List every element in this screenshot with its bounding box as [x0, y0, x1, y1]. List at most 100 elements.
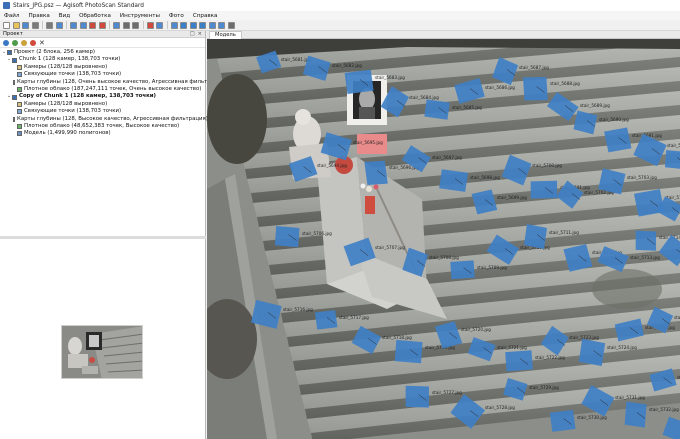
texture-icon[interactable]: [199, 21, 206, 29]
tree-item-label: Плотное облако (187,247,111 точек, Очень…: [24, 85, 202, 92]
tree-item-label: Связующие точки (138,703 точки): [24, 71, 122, 78]
camera-label: stair_5690.jpg: [599, 117, 629, 122]
expand-icon[interactable]: ⌄: [2, 49, 6, 56]
delete-icon[interactable]: [146, 21, 154, 29]
circle-select-icon[interactable]: [79, 21, 87, 29]
tree-item-label: Карты глубины (128, Очень высокое качест…: [17, 78, 227, 85]
menu-workflow[interactable]: Обработка: [79, 13, 111, 19]
camera-frame: [624, 401, 647, 428]
rect-select-icon[interactable]: [70, 21, 77, 29]
resize-region-icon[interactable]: [218, 21, 225, 29]
toolbar-separator: [42, 21, 43, 29]
menu-edit[interactable]: Правка: [28, 13, 49, 19]
zoom-in-icon[interactable]: [98, 21, 106, 29]
camera-label: stair_5682.jpg: [332, 63, 362, 68]
camera-label: stair_5718.jpg: [382, 335, 412, 340]
tree-item-label: Связующие точки (138,703 точки): [24, 108, 122, 115]
remove-icon[interactable]: ✕: [39, 39, 46, 46]
camera-frame: [405, 385, 429, 408]
add-photos-icon[interactable]: [12, 39, 18, 46]
camera-label: stair_5684.jpg: [409, 95, 439, 100]
expand-icon[interactable]: ⌄: [7, 56, 11, 63]
close-panel-icon[interactable]: ×: [198, 31, 202, 37]
camera-label: stair_5692.jpg: [667, 143, 680, 148]
menu-photo[interactable]: Фото: [169, 13, 184, 19]
project-panel-title: Проект: [3, 31, 23, 37]
camera-label: stair_5726.jpg: [674, 315, 680, 320]
tree-node-icon: [13, 116, 15, 122]
toolbar-separator: [166, 21, 168, 29]
zoom-out-icon[interactable]: [113, 21, 120, 29]
mesh-shaded-icon[interactable]: [180, 21, 187, 29]
redo-icon[interactable]: [46, 21, 53, 29]
save-icon[interactable]: [22, 21, 29, 29]
tab-model[interactable]: Модель: [209, 31, 242, 39]
disable-icon[interactable]: [30, 39, 36, 46]
toolbar-separator: [142, 21, 144, 29]
camera-frame: [524, 224, 547, 249]
menu-view[interactable]: Вид: [59, 13, 70, 19]
add-chunk-icon[interactable]: [3, 39, 9, 46]
camera-frame: [439, 169, 468, 192]
axes-icon[interactable]: [227, 21, 235, 29]
cameras-icon[interactable]: [208, 21, 216, 29]
tree-item-label: Модель (1,499,990 полигонов): [24, 130, 111, 137]
tree-item[interactable]: Карты глубины (128, Высокое качество, Аг…: [0, 115, 208, 123]
tree-item[interactable]: Связующие точки (138,703 точки): [0, 71, 205, 78]
panel-splitter[interactable]: [0, 236, 206, 239]
camera-frame: [274, 226, 300, 248]
tree-item[interactable]: Модель (1,499,990 полигонов): [0, 130, 205, 137]
point-cloud-icon[interactable]: [156, 21, 163, 29]
new-icon[interactable]: [3, 21, 10, 29]
tree-chunk[interactable]: ⌄ Copy of Chunk 1 (128 камер, 138,703 точ…: [0, 93, 205, 100]
camera-label: stair_5686.jpg: [485, 85, 515, 90]
undo-icon[interactable]: [31, 21, 39, 29]
tree-item[interactable]: Связующие точки (138,703 точки): [0, 108, 205, 115]
tree-node-icon: [17, 109, 22, 115]
tree-node-icon: [7, 50, 12, 56]
camera-label: stair_5683.jpg: [375, 75, 405, 80]
crop-icon[interactable]: [132, 21, 139, 29]
camera-label: stair_5720.jpg: [461, 327, 491, 332]
tree-node-icon: [13, 79, 15, 85]
tree-item[interactable]: Камеры (128/128 выровнено): [0, 101, 205, 108]
navigation-icon[interactable]: [55, 21, 63, 29]
tree-item[interactable]: Плотное облако (187,247,111 точек, Очень…: [0, 86, 205, 93]
menu-help[interactable]: Справка: [193, 13, 218, 19]
camera-label: stair_5731.jpg: [615, 395, 645, 400]
tree-item-label: Камеры (128/128 выровнено): [24, 63, 108, 70]
tree-item-label: Copy of Chunk 1 (128 камер, 138,703 точк…: [19, 93, 156, 100]
camera-label: stair_5716.jpg: [283, 307, 313, 312]
model-scene[interactable]: stair_5681.jpgstair_5682.jpgstair_5683.j…: [207, 39, 680, 439]
tree-item-label: Карты глубины (128, Высокое качество, Аг…: [17, 115, 208, 122]
tree-chunk[interactable]: ⌄ Chunk 1 (128 камер, 138,703 точки): [0, 56, 205, 63]
menu-file[interactable]: Файл: [4, 13, 19, 19]
tree-item[interactable]: Плотное облако (48,652,383 точек, Высоко…: [0, 123, 205, 130]
toolbar-separator: [66, 21, 67, 29]
tree-item-label: Плотное облако (48,652,383 точек, Высоко…: [24, 122, 180, 129]
open-icon[interactable]: [12, 21, 20, 29]
app-icon: [3, 2, 10, 9]
camera-label: stair_5689.jpg: [580, 103, 610, 108]
project-tree: ⌄ Проект (2 блока, 256 камер) ⌄ Chunk 1 (12…: [0, 48, 227, 138]
float-panel-icon[interactable]: □: [190, 31, 195, 37]
camera-label: stair_5724.jpg: [607, 345, 637, 350]
model-viewport[interactable]: stair_5681.jpg stair_5682.jpg stair_5683.j…: [207, 39, 680, 439]
project-toolbar: ✕: [0, 38, 205, 48]
expand-icon[interactable]: ⌄: [7, 93, 11, 100]
camera-label: stair_5711.jpg: [549, 230, 579, 235]
dense-cloud-icon[interactable]: [170, 21, 178, 29]
tree-item[interactable]: Карты глубины (128, Очень высокое качест…: [0, 79, 227, 86]
tree-root[interactable]: ⌄ Проект (2 блока, 256 камер): [0, 49, 205, 56]
tree-item[interactable]: Камеры (128/128 выровнено): [0, 64, 205, 71]
camera-label: stair_5729.jpg: [529, 385, 559, 390]
menu-tools[interactable]: Инструменты: [120, 13, 160, 19]
menu-bar: Файл Правка Вид Обработка Инструменты Фо…: [0, 11, 680, 20]
mesh-solid-icon[interactable]: [189, 21, 197, 29]
photo-thumbnail[interactable]: [61, 325, 143, 379]
reset-view-icon[interactable]: [122, 21, 130, 29]
align-icon[interactable]: [21, 39, 27, 46]
project-panel-header: Проект □ ×: [0, 31, 205, 38]
camera-label: stair_5698.jpg: [470, 175, 500, 180]
rotate-object-icon[interactable]: [89, 21, 96, 29]
